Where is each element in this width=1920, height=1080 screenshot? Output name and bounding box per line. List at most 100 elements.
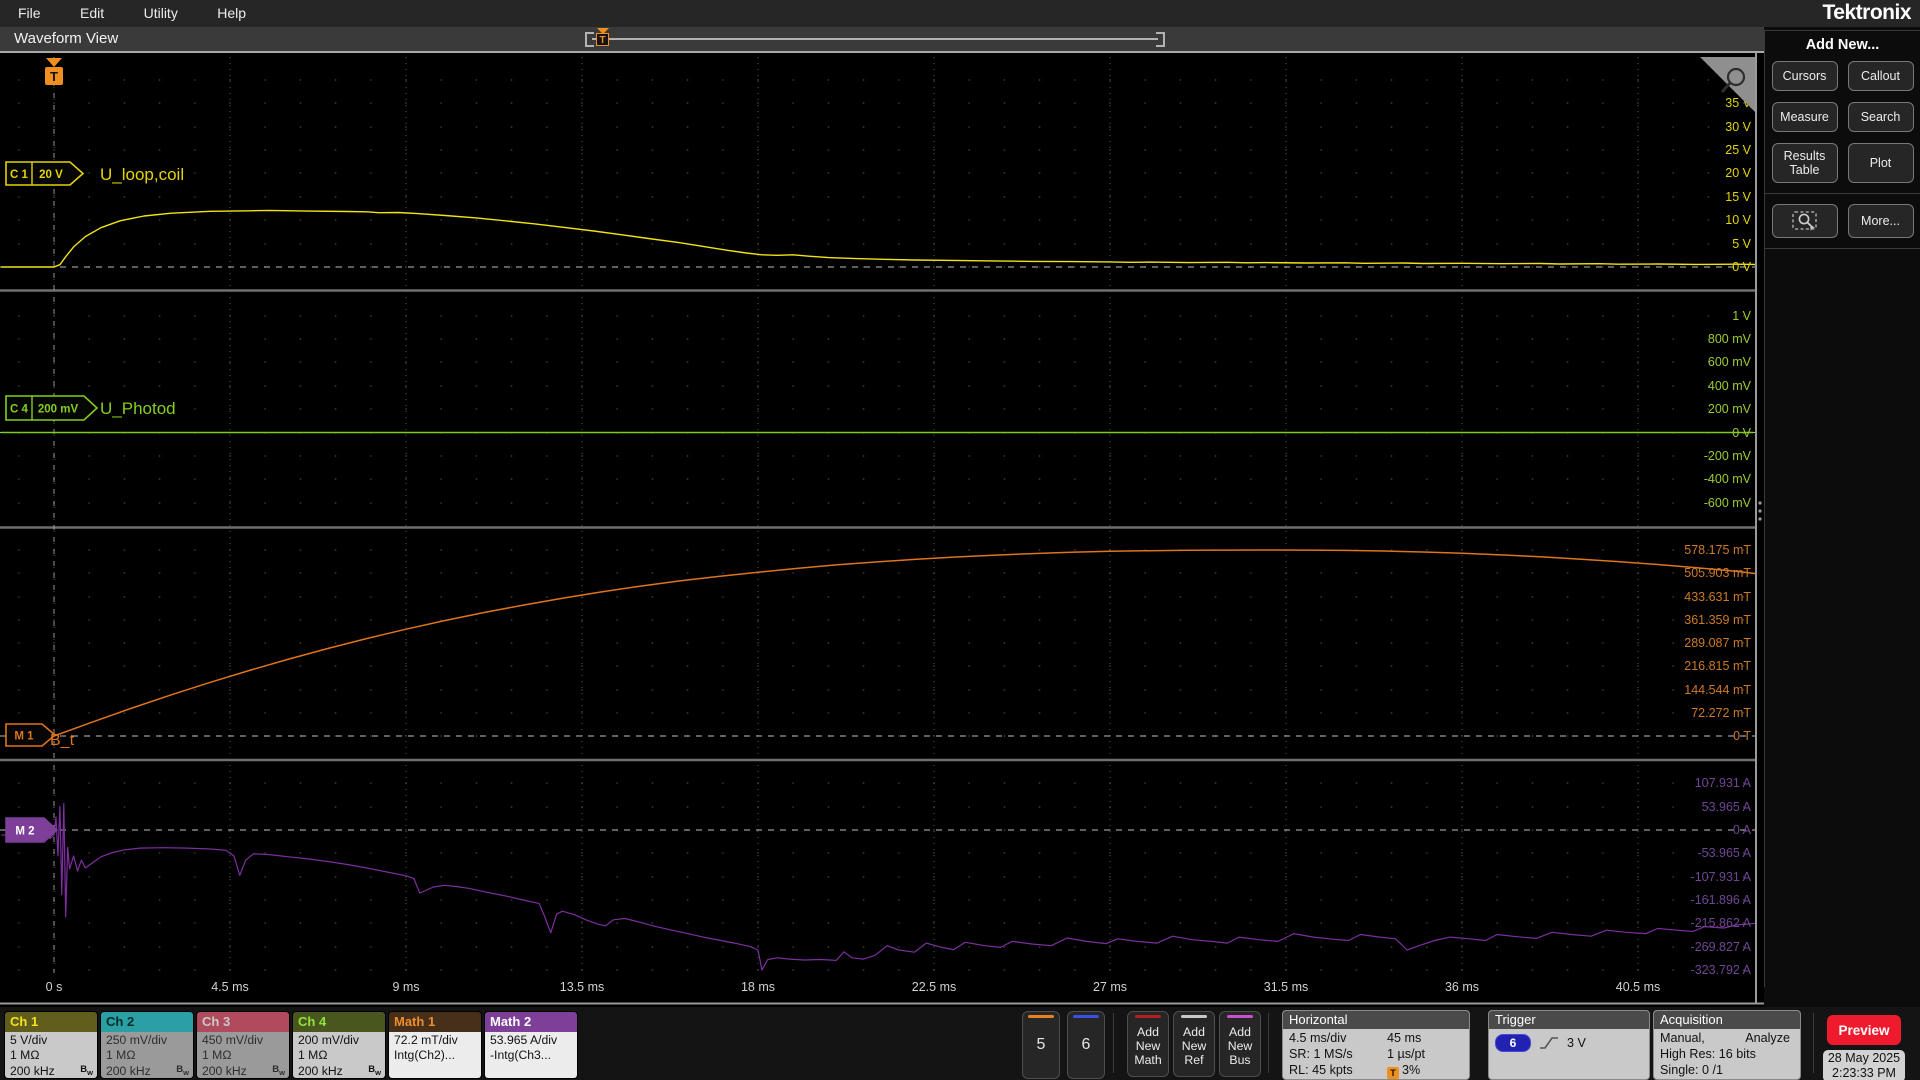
graticule-dot-grid [17, 79, 1745, 971]
channel-5-button[interactable]: 5 [1022, 1011, 1060, 1079]
svg-text:200 mV: 200 mV [38, 404, 79, 416]
bottom-settings-bar: Ch 15 V/div 1 MΩ 200 kHz Bw Ch 2 250 mV/div 1 … [0, 1007, 1920, 1080]
callout-button[interactable]: Callout [1847, 61, 1914, 91]
channel-badge-ch3[interactable]: Ch 3 450 mV/div 1 MΩ 200 kHz Bw [196, 1011, 290, 1079]
acquisition-panel[interactable]: Acquisition Manual, Analyze High Res: 16 … [1653, 1010, 1801, 1080]
svg-text:30 V: 30 V [1725, 120, 1751, 134]
trigger-level: 3 V [1567, 1036, 1586, 1050]
svg-text:18 ms: 18 ms [741, 980, 775, 994]
svg-text:31.5 ms: 31.5 ms [1264, 980, 1308, 994]
menu-utility[interactable]: Utility [144, 0, 178, 27]
sidebar-separator [1765, 193, 1920, 194]
preview-button[interactable]: Preview [1827, 1015, 1901, 1045]
channel-badge-ch2[interactable]: Ch 2 250 mV/div 1 MΩ 200 kHz Bw [100, 1011, 194, 1079]
panel-drag-handle[interactable] [1758, 501, 1762, 521]
svg-text:578.175 mT: 578.175 mT [1684, 543, 1751, 557]
channel-badge-ch4[interactable]: Ch 4 200 mV/div 1 MΩ 200 kHz Bw [292, 1011, 386, 1079]
search-button[interactable]: Search [1847, 102, 1914, 132]
channel-badge-ch1[interactable]: Ch 15 V/div 1 MΩ 200 kHz Bw [4, 1011, 98, 1079]
channel-badge-settings: 72.2 mT/div Intg(Ch2)... [389, 1032, 481, 1078]
svg-text:361.359 mT: 361.359 mT [1684, 613, 1751, 627]
svg-text:C 1: C 1 [10, 169, 29, 181]
source-badge-c4[interactable]: C 4 200 mV [5, 395, 99, 421]
svg-text:M 1: M 1 [14, 731, 34, 743]
svg-text:27 ms: 27 ms [1093, 980, 1127, 994]
trigger-flag-t-icon: T [596, 33, 609, 46]
trace-u-loop-coil[interactable] [1, 209, 1756, 268]
svg-text:-400 mV: -400 mV [1704, 472, 1752, 486]
svg-text:25 V: 25 V [1725, 143, 1751, 157]
bandwidth-limit-icon: Bw [176, 1064, 189, 1077]
measure-button[interactable]: Measure [1771, 102, 1838, 132]
horizontal-window: 45 ms [1387, 1031, 1422, 1045]
svg-text:-200 mV: -200 mV [1704, 449, 1752, 463]
bandwidth-limit-icon: Bw [368, 1064, 381, 1077]
menu-file[interactable]: File [18, 0, 41, 27]
svg-text:40.5 ms: 40.5 ms [1616, 980, 1660, 994]
trace-m2[interactable] [1, 802, 1756, 971]
add-new-bus-button[interactable]: Add New Bus [1219, 1011, 1261, 1077]
channel-badge-math2[interactable]: Math 2 53.965 A/div -Intg(Ch3... [484, 1011, 578, 1079]
svg-text:5 V: 5 V [1732, 237, 1751, 251]
source-badge-c1[interactable]: C 1 20 V [5, 161, 85, 186]
svg-text:-323.792 A: -323.792 A [1691, 963, 1752, 977]
trigger-panel[interactable]: Trigger 6 3 V [1488, 1010, 1650, 1080]
svg-text:T: T [50, 69, 58, 84]
menu-bar: File Edit Utility Help Tektronix [0, 0, 1920, 27]
plot-button[interactable]: Plot [1847, 143, 1914, 183]
cursors-button[interactable]: Cursors [1771, 61, 1838, 91]
acquisition-panel-title: Acquisition [1654, 1011, 1800, 1029]
svg-text:0 s: 0 s [46, 980, 63, 994]
source-badge-m2[interactable]: M 2 [5, 817, 59, 843]
trigger-marker-icon[interactable]: T [45, 58, 63, 85]
horizontal-panel-title: Horizontal [1283, 1011, 1469, 1029]
channel-badge-title: Ch 2 [101, 1012, 193, 1032]
time-label: 2:23:33 PM [1832, 1066, 1896, 1080]
trace-label-m1: B_t [50, 732, 75, 749]
add-new-math-button[interactable]: Add New Math [1127, 1011, 1169, 1077]
svg-text:0 V: 0 V [1732, 260, 1751, 274]
svg-text:0 A: 0 A [1733, 823, 1752, 837]
channel-badge-settings: 450 mV/div 1 MΩ 200 kHz Bw [197, 1032, 289, 1078]
sidebar-separator [1765, 248, 1920, 249]
menu-edit[interactable]: Edit [80, 0, 104, 27]
source-badge-m1[interactable]: M 1 [5, 723, 57, 747]
acquisition-analyze: Analyze [1745, 1031, 1790, 1045]
channel-badge-title: Math 2 [485, 1012, 577, 1032]
results-table-button[interactable]: Results Table [1771, 143, 1838, 183]
sample-interval: 1 µs/pt [1387, 1047, 1426, 1061]
horizontal-position-slider[interactable]: T [585, 28, 1165, 50]
svg-text:0 V: 0 V [1732, 426, 1751, 440]
waveform-view-tab-bar: Waveform View T [0, 27, 1764, 53]
svg-text:22.5 ms: 22.5 ms [912, 980, 956, 994]
svg-text:20 V: 20 V [39, 169, 63, 181]
channel-badge-settings: 5 V/div 1 MΩ 200 kHz Bw [5, 1032, 97, 1078]
waveform-graticule[interactable]: 40 V35 V30 V25 V20 V15 V10 V5 V0 V1 V800… [0, 53, 1764, 1005]
zoom-select-button[interactable] [1771, 204, 1838, 238]
add-new-ref-button[interactable]: Add New Ref [1173, 1011, 1215, 1077]
svg-text:4.5 ms: 4.5 ms [211, 980, 249, 994]
svg-text:-215.862 A: -215.862 A [1691, 916, 1752, 930]
add-new-title: Add New... [1805, 37, 1880, 53]
channel-badge-settings: 250 mV/div 1 MΩ 200 kHz Bw [101, 1032, 193, 1078]
channel-badge-math1[interactable]: Math 1 72.2 mT/div Intg(Ch2)... [388, 1011, 482, 1079]
sample-rate: SR: 1 MS/s [1289, 1047, 1353, 1061]
svg-text:433.631 mT: 433.631 mT [1684, 590, 1751, 604]
y-axis-labels-ch4: 1 V 800 mV 600 mV 400 mV 200 mV 0 V -200 mV -40… [1704, 309, 1752, 510]
bottom-bar-divider [1813, 1013, 1814, 1073]
svg-text:600 mV: 600 mV [1708, 355, 1752, 369]
channel-badge-title: Ch 3 [197, 1012, 289, 1032]
horizontal-panel[interactable]: Horizontal 4.5 ms/div 45 ms SR: 1 MS/s 1 µ… [1282, 1010, 1470, 1080]
svg-text:C 4: C 4 [10, 404, 29, 416]
trigger-position-flag-icon[interactable]: T [595, 28, 610, 50]
slice-separators [0, 289, 1755, 762]
bottom-bar-divider [1268, 1013, 1269, 1073]
more-button[interactable]: More... [1847, 204, 1914, 238]
svg-text:13.5 ms: 13.5 ms [560, 980, 604, 994]
svg-text:-107.931 A: -107.931 A [1691, 870, 1752, 884]
channel-6-button[interactable]: 6 [1067, 1011, 1105, 1079]
trace-label-c4: U_Photod [100, 399, 176, 418]
svg-text:1 V: 1 V [1732, 309, 1751, 323]
menu-help[interactable]: Help [217, 0, 246, 27]
svg-text:-269.827 A: -269.827 A [1691, 940, 1752, 954]
